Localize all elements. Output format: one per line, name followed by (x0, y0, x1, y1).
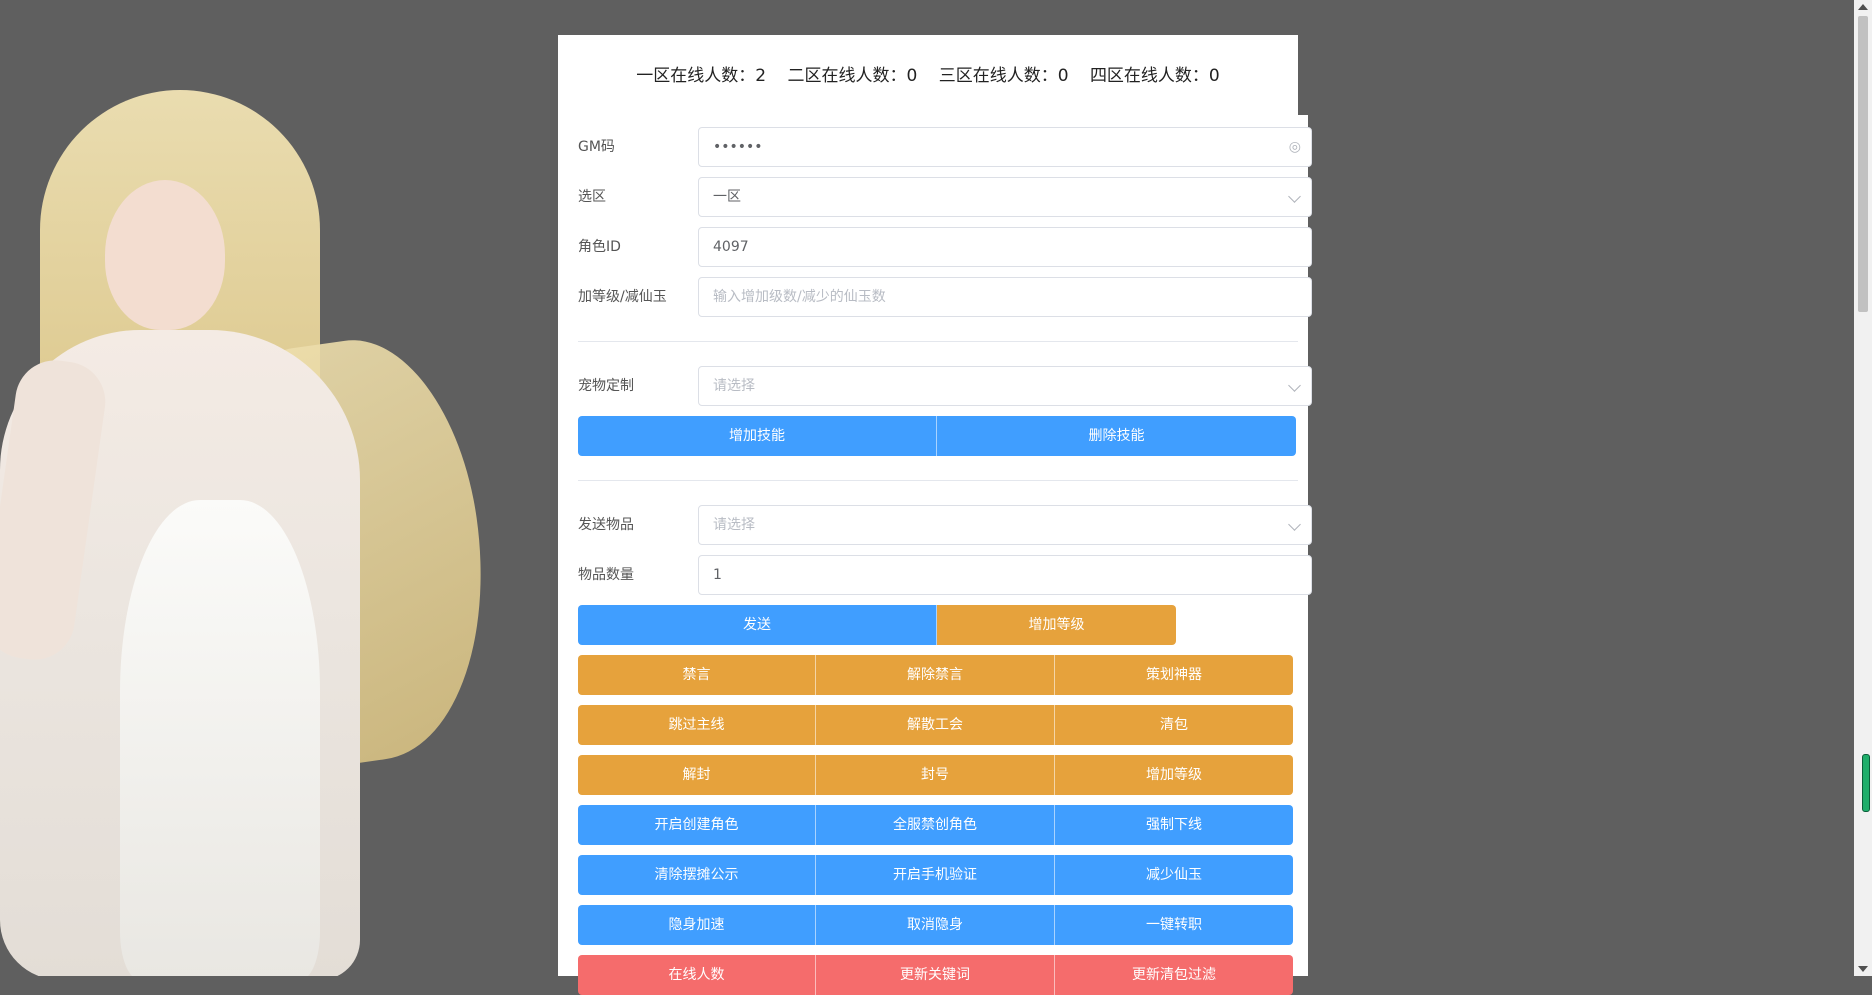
pet-skill-buttons: 增加技能 删除技能 (578, 416, 1296, 456)
pet-row: 宠物定制 请选择 (578, 366, 1312, 406)
action-row: 解封 封号 增加等级 (578, 755, 1293, 795)
online-count-button[interactable]: 在线人数 (578, 955, 816, 995)
item-qty-row: 物品数量 1 (578, 555, 1312, 595)
item-select[interactable]: 请选择 (698, 505, 1312, 545)
zone-select-row: 选区 一区 (578, 177, 1312, 217)
role-id-input[interactable]: 4097 (698, 227, 1312, 267)
disband-guild-button[interactable]: 解散工会 (816, 705, 1055, 745)
force-offline-button[interactable]: 强制下线 (1055, 805, 1293, 845)
designer-artifact-button[interactable]: 策划神器 (1055, 655, 1293, 695)
zone2-online: 二区在线人数：0 (787, 66, 918, 86)
mute-button[interactable]: 禁言 (578, 655, 816, 695)
face-shape (105, 180, 225, 330)
zone-select-label: 选区 (578, 189, 606, 205)
item-placeholder: 请选择 (713, 517, 755, 533)
level-jade-placeholder: 输入增加级数/减少的仙玉数 (713, 289, 886, 305)
item-qty-value: 1 (713, 567, 722, 583)
zone4-online: 四区在线人数：0 (1089, 66, 1220, 86)
action-row: 跳过主线 解散工会 清包 (578, 705, 1293, 745)
clear-bag-button[interactable]: 清包 (1055, 705, 1293, 745)
role-id-value: 4097 (713, 239, 749, 255)
online-stats: 一区在线人数：2 二区在线人数：0 三区在线人数：0 四区在线人数：0 (558, 61, 1298, 86)
level-jade-input[interactable]: 输入增加级数/减少的仙玉数 (698, 277, 1312, 317)
item-qty-input[interactable]: 1 (698, 555, 1312, 595)
zone-select[interactable]: 一区 (698, 177, 1312, 217)
gm-code-row: GM码 •••••• ◎ (578, 127, 1312, 167)
chevron-down-icon (1288, 518, 1301, 531)
scroll-down-arrow-icon[interactable] (1858, 966, 1868, 972)
unmute-button[interactable]: 解除禁言 (816, 655, 1055, 695)
pet-select[interactable]: 请选择 (698, 366, 1312, 406)
send-buttons: 发送 增加等级 (578, 605, 1176, 645)
zone1-online: 一区在线人数：2 (636, 66, 767, 86)
unban-button[interactable]: 解封 (578, 755, 816, 795)
zone3-online: 三区在线人数：0 (938, 66, 1069, 86)
role-id-row: 角色ID 4097 (578, 227, 1312, 267)
gm-code-input[interactable]: •••••• ◎ (698, 127, 1312, 167)
action-row: 清除摆摊公示 开启手机验证 减少仙玉 (578, 855, 1293, 895)
action-row: 在线人数 更新关键词 更新清包过滤 (578, 955, 1293, 995)
level-jade-label: 加等级/减仙玉 (578, 289, 667, 305)
remove-skill-button[interactable]: 删除技能 (937, 416, 1296, 456)
online-stats-panel: 一区在线人数：2 二区在线人数：0 三区在线人数：0 四区在线人数：0 (558, 35, 1298, 115)
cancel-stealth-button[interactable]: 取消隐身 (816, 905, 1055, 945)
reduce-jade-button[interactable]: 减少仙玉 (1055, 855, 1293, 895)
role-id-label: 角色ID (578, 239, 621, 255)
chevron-down-icon (1288, 379, 1301, 392)
item-qty-label: 物品数量 (578, 567, 634, 583)
scroll-up-arrow-icon[interactable] (1858, 4, 1868, 10)
ban-button[interactable]: 封号 (816, 755, 1055, 795)
clear-stall-notice-button[interactable]: 清除摆摊公示 (578, 855, 816, 895)
side-indicator[interactable] (1862, 754, 1870, 812)
item-row: 发送物品 请选择 (578, 505, 1312, 545)
increase-level-button[interactable]: 增加等级 (1055, 755, 1293, 795)
pet-label: 宠物定制 (578, 378, 634, 394)
divider (578, 480, 1298, 481)
pet-placeholder: 请选择 (713, 378, 755, 394)
eye-icon[interactable]: ◎ (1289, 128, 1301, 166)
enable-phone-verify-button[interactable]: 开启手机验证 (816, 855, 1055, 895)
gm-form-panel: GM码 •••••• ◎ 选区 一区 角色ID 4097 加等级/减仙玉 输入增… (558, 115, 1312, 995)
divider (578, 341, 1298, 342)
disable-create-role-button[interactable]: 全服禁创角色 (816, 805, 1055, 845)
stealth-speed-button[interactable]: 隐身加速 (578, 905, 816, 945)
dress-shape (120, 500, 320, 976)
add-level-button[interactable]: 增加等级 (937, 605, 1176, 645)
level-jade-row: 加等级/减仙玉 输入增加级数/减少的仙玉数 (578, 277, 1312, 317)
gm-code-value: •••••• (713, 139, 763, 155)
send-button[interactable]: 发送 (578, 605, 937, 645)
scroll-thumb[interactable] (1858, 16, 1868, 312)
gm-code-label: GM码 (578, 139, 615, 155)
action-row: 隐身加速 取消隐身 一键转职 (578, 905, 1293, 945)
zone-select-value: 一区 (713, 189, 741, 205)
page-scrollbar[interactable] (1854, 0, 1872, 976)
add-skill-button[interactable]: 增加技能 (578, 416, 937, 456)
skip-main-quest-button[interactable]: 跳过主线 (578, 705, 816, 745)
action-row: 开启创建角色 全服禁创角色 强制下线 (578, 805, 1293, 845)
enable-create-role-button[interactable]: 开启创建角色 (578, 805, 816, 845)
update-clear-filter-button[interactable]: 更新清包过滤 (1055, 955, 1293, 995)
one-click-job-change-button[interactable]: 一键转职 (1055, 905, 1293, 945)
item-label: 发送物品 (578, 517, 634, 533)
update-keywords-button[interactable]: 更新关键词 (816, 955, 1055, 995)
chevron-down-icon (1288, 190, 1301, 203)
action-row: 禁言 解除禁言 策划神器 (578, 655, 1293, 695)
character-artwork (0, 80, 500, 976)
